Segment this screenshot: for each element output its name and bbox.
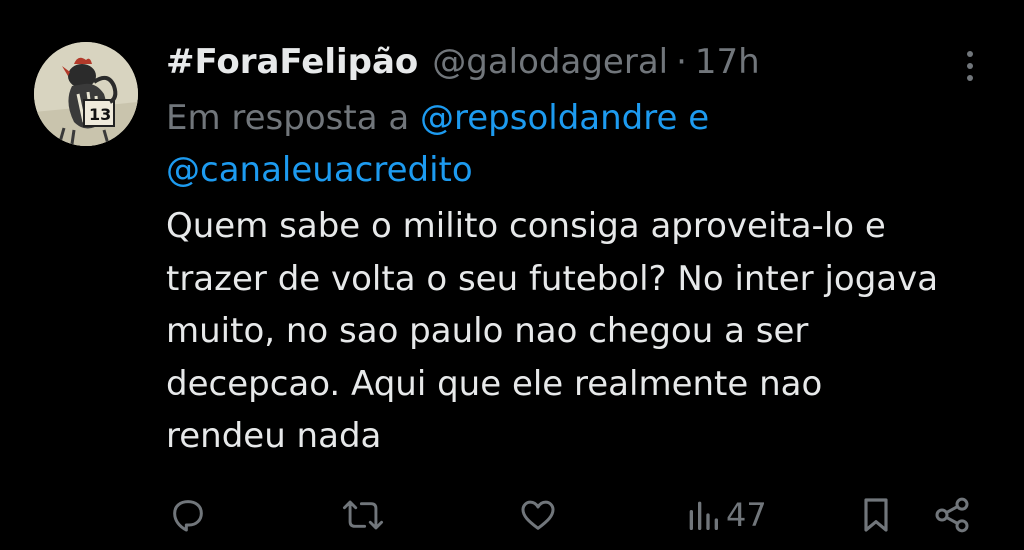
reply-prefix: Em resposta a [166, 98, 410, 138]
avatar[interactable]: 13 [34, 42, 138, 146]
svg-text:13: 13 [89, 105, 111, 124]
share-icon [935, 497, 969, 533]
views-button[interactable]: 47 [686, 493, 767, 537]
like-button[interactable] [518, 493, 558, 537]
tweet-text-line: Quem sabe o milito consiga aproveita-lo … [166, 206, 886, 246]
heart-icon [521, 500, 555, 530]
views-count: 47 [726, 496, 767, 534]
mention-canaleuacredito[interactable]: @canaleuacredito [166, 150, 473, 190]
more-options-button[interactable] [960, 48, 980, 84]
reply-icon [173, 500, 203, 532]
retweet-icon [342, 500, 384, 530]
tweet[interactable]: 13 #ForaFelipão @galodageral · 17h Em re… [0, 0, 1024, 550]
reply-button[interactable] [168, 493, 208, 537]
tweet-text: Quem sabe o milito consiga aproveita-lo … [166, 200, 956, 463]
bookmark-button[interactable] [858, 493, 894, 537]
avatar-image: 13 [34, 42, 138, 146]
tweet-text-line: rendeu nada [166, 416, 382, 456]
views-chart-icon [689, 501, 718, 530]
mention-repsoldandre[interactable]: @repsoldandre [420, 98, 677, 138]
share-button[interactable] [932, 493, 972, 537]
tweet-actions: 47 [166, 493, 986, 537]
tweet-content: #ForaFelipão @galodageral · 17h Em respo… [166, 38, 966, 463]
user-handle[interactable]: @galodageral [432, 38, 668, 86]
tweet-text-line: trazer de volta o seu futebol? No inter … [166, 258, 939, 299]
bookmark-icon [864, 498, 888, 532]
separator-dot: · [676, 42, 687, 82]
tweet-text-line: decepcao. Aqui que ele realmente nao [166, 363, 823, 404]
retweet-button[interactable] [342, 493, 384, 537]
timestamp[interactable]: 17h [695, 38, 760, 86]
more-vertical-icon [967, 51, 973, 81]
mention-conjunction: e [688, 98, 710, 138]
tweet-header: #ForaFelipão @galodageral · 17h [166, 38, 966, 86]
display-name[interactable]: #ForaFelipão [166, 38, 418, 86]
reply-context: Em resposta a @repsoldandre e @canaleuac… [166, 92, 966, 196]
tweet-text-line: muito, no sao paulo nao chegou a ser [166, 311, 809, 351]
